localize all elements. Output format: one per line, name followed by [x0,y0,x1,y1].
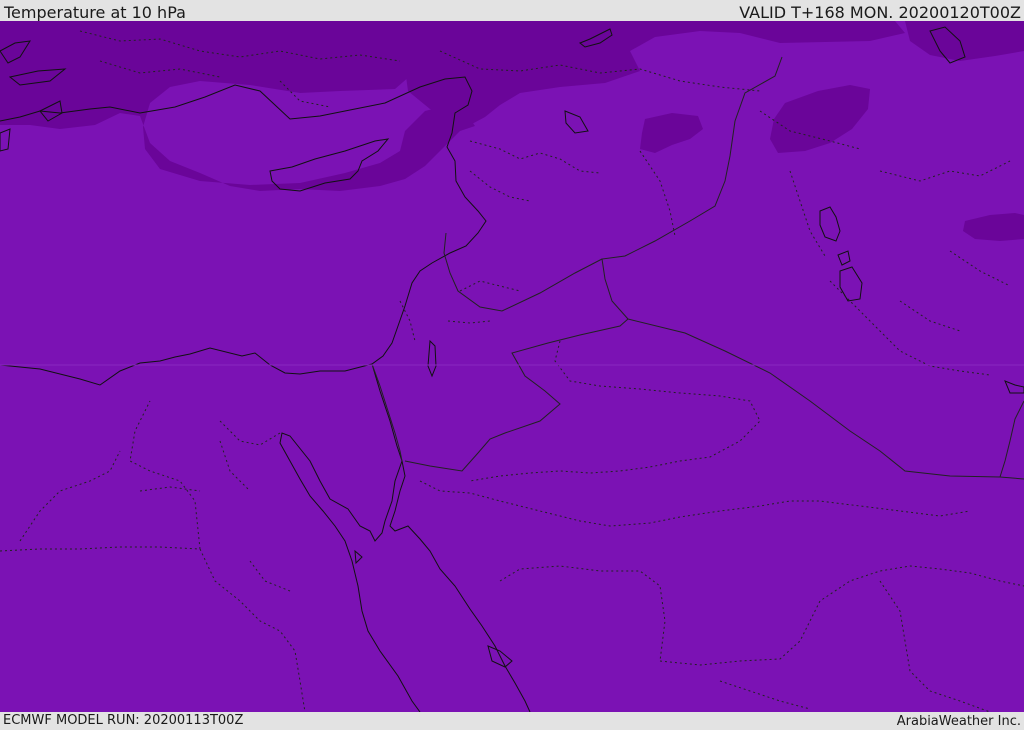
valid-time-label: VALID T+168 MON. 20200120T00Z [739,3,1021,21]
map-title: Temperature at 10 hPa [4,3,186,21]
credit-label: ArabiaWeather Inc. [896,714,1021,729]
weather-map [0,21,1024,712]
model-run-label: ECMWF MODEL RUN: 20200113T00Z [3,713,244,728]
map-footer: ECMWF MODEL RUN: 20200113T00Z ArabiaWeat… [0,712,1024,729]
map-canvas [0,21,1024,712]
temperature-field-base [0,21,1024,712]
map-header: Temperature at 10 hPa VALID T+168 MON. 2… [0,0,1024,21]
